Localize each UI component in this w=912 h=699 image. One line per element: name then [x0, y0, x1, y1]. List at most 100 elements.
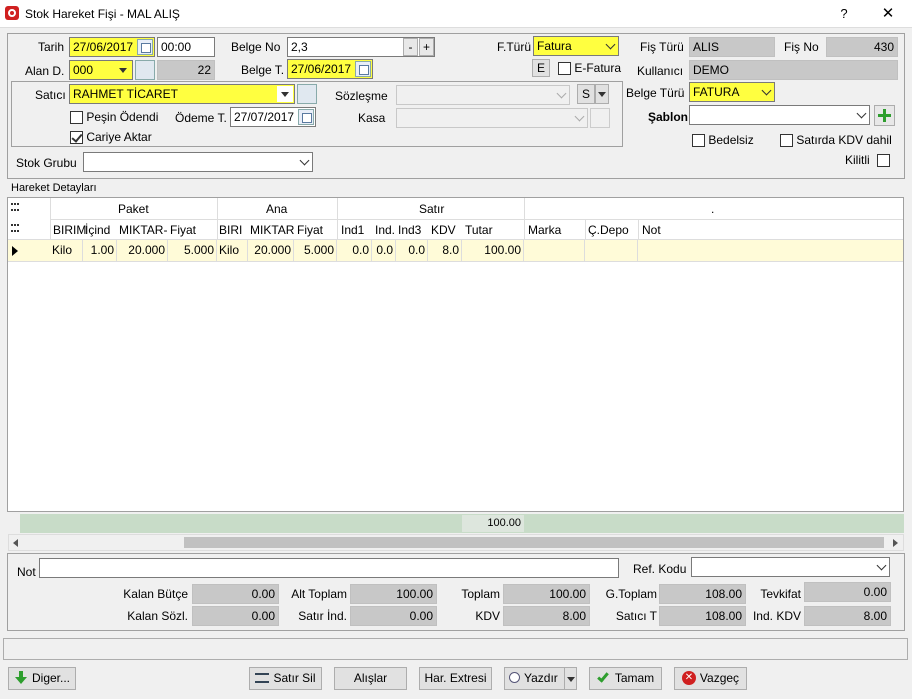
grid-caption: Hareket Detayları [11, 182, 97, 194]
chevron-down-icon[interactable] [115, 62, 131, 78]
col-birim-ana[interactable]: BIRI [219, 223, 242, 237]
calendar-icon[interactable] [355, 61, 371, 77]
col-not[interactable]: Not [642, 223, 661, 237]
tarih-input[interactable]: 27/06/2017 [69, 37, 155, 57]
sozlesme-s-button[interactable]: S [577, 84, 595, 104]
cell-cdepo[interactable] [585, 240, 638, 261]
har-extresi-button[interactable]: Har. Extresi [419, 667, 492, 690]
chevron-down-icon [761, 85, 772, 96]
f-turu-select[interactable]: Fatura [533, 36, 619, 56]
col-miktar-paket[interactable]: MIKTAR- [119, 223, 167, 237]
fis-turu-value: ALIS [689, 37, 775, 57]
vazgec-button[interactable]: ✕ Vazgeç [674, 667, 747, 690]
cell-birim[interactable]: Kilo [50, 240, 83, 261]
satirda-kdv-checkbox[interactable]: Satırda KDV dahil [780, 133, 892, 148]
checkbox-icon[interactable] [558, 62, 571, 76]
col-fiyat-paket[interactable]: Fiyat [170, 223, 196, 237]
kdv-label: KDV [475, 609, 500, 623]
belge-no-plus-button[interactable]: + [419, 38, 434, 56]
alan-count: 22 [157, 60, 215, 80]
e-button[interactable]: E [532, 59, 550, 77]
odeme-t-input[interactable]: 27/07/2017 [230, 107, 316, 127]
cell-miktar-ana[interactable]: 20.000 [248, 240, 294, 261]
bedelsiz-checkbox[interactable]: Bedelsiz [692, 133, 754, 148]
checkbox-icon[interactable] [692, 134, 705, 148]
alan-label: Alan D. [25, 64, 65, 78]
col-icind[interactable]: İçind [85, 223, 110, 237]
col-fiyat-ana[interactable]: Fiyat [297, 223, 323, 237]
sozlesme-dropdown-button[interactable] [595, 84, 609, 104]
stok-grubu-select[interactable] [83, 152, 313, 172]
belge-no-minus-button[interactable]: - [403, 38, 418, 56]
detail-grid[interactable]: Paket Ana Satır . BIRIM İçind MIKTAR- Fi… [7, 197, 904, 512]
cell-ind1[interactable]: 0.0 [337, 240, 372, 261]
chevron-down-icon [594, 86, 610, 102]
add-icon[interactable] [874, 105, 895, 126]
kasa-select [396, 108, 588, 128]
kalan-butce-label: Kalan Bütçe [123, 587, 188, 601]
cell-miktar-paket[interactable]: 20.000 [117, 240, 168, 261]
ref-kodu-select[interactable] [691, 557, 890, 577]
checkbox-icon[interactable] [70, 111, 83, 125]
calendar-icon[interactable] [137, 39, 153, 55]
cell-ind3[interactable]: 0.0 [396, 240, 428, 261]
column-chooser-icon[interactable] [11, 203, 19, 211]
col-ind3[interactable]: Ind3 [398, 223, 421, 237]
pesin-odendi-checkbox[interactable]: Peşin Ödendi [70, 110, 158, 125]
yazdir-button[interactable]: Yazdır [504, 667, 577, 690]
scroll-right-icon[interactable] [893, 539, 898, 547]
cell-fiyat-paket[interactable]: 5.000 [168, 240, 217, 261]
sablon-select[interactable] [689, 105, 870, 125]
tevkifat-label: Tevkifat [760, 587, 801, 601]
cell-kdv[interactable]: 8.0 [428, 240, 462, 261]
alan-select[interactable]: 000 [69, 60, 133, 80]
chevron-down-icon[interactable] [567, 677, 575, 682]
belge-turu-select[interactable]: FATURA [689, 82, 775, 102]
belge-t-input[interactable]: 27/06/2017 [287, 59, 373, 79]
cell-marka[interactable] [524, 240, 585, 261]
kullanici-label: Kullanıcı [637, 64, 684, 78]
tamam-button[interactable]: Tamam [589, 667, 662, 690]
satici-select[interactable]: RAHMET TİCARET [69, 84, 295, 104]
print-preview-icon [509, 672, 520, 684]
cell-ind2[interactable]: 0.0 [372, 240, 396, 261]
diger-button[interactable]: Diger... [8, 667, 76, 690]
cariye-aktar-checkbox[interactable]: Cariye Aktar [70, 130, 152, 145]
horizontal-scrollbar[interactable] [8, 534, 904, 551]
col-ind2[interactable]: Ind. [375, 223, 395, 237]
close-button[interactable]: ✕ [877, 4, 899, 24]
cell-not[interactable] [638, 240, 903, 261]
column-chooser-icon[interactable] [11, 224, 19, 232]
kilitli-checkbox[interactable] [877, 154, 890, 168]
lookup-icon[interactable] [297, 84, 317, 104]
kalan-sozl-label: Kalan Sözl. [127, 609, 188, 623]
col-miktar-ana[interactable]: MIKTAR [250, 223, 294, 237]
alislar-button[interactable]: Alışlar [334, 667, 407, 690]
cell-icind[interactable]: 1.00 [83, 240, 117, 261]
sablon-label: Şablon [648, 110, 689, 124]
col-marka[interactable]: Marka [528, 223, 561, 237]
chevron-down-icon [876, 560, 887, 571]
help-button[interactable]: ? [833, 4, 855, 24]
col-kdv[interactable]: KDV [431, 223, 456, 237]
e-fatura-checkbox[interactable]: E-Fatura [558, 61, 621, 76]
app-icon [5, 6, 19, 20]
col-ind1[interactable]: Ind1 [341, 223, 364, 237]
scrollbar-thumb[interactable] [184, 537, 884, 548]
lookup-icon[interactable] [135, 60, 155, 80]
scroll-left-icon[interactable] [13, 539, 18, 547]
cell-birim-ana[interactable]: Kilo [217, 240, 248, 261]
not-input[interactable] [39, 558, 619, 578]
col-birim[interactable]: BIRIM [53, 223, 86, 237]
col-tutar[interactable]: Tutar [465, 223, 493, 237]
calendar-icon[interactable] [298, 109, 314, 125]
tarih-time-input[interactable]: 00:00 [157, 37, 215, 57]
chevron-down-icon[interactable] [277, 86, 293, 102]
col-cdepo[interactable]: Ç.Depo [588, 223, 629, 237]
list-icon [255, 672, 270, 683]
checkbox-icon[interactable] [780, 134, 793, 148]
checkmark-icon[interactable] [70, 131, 83, 145]
cell-fiyat-ana[interactable]: 5.000 [294, 240, 337, 261]
cell-tutar[interactable]: 100.00 [462, 240, 524, 261]
satir-sil-button[interactable]: Satır Sil [249, 667, 322, 690]
